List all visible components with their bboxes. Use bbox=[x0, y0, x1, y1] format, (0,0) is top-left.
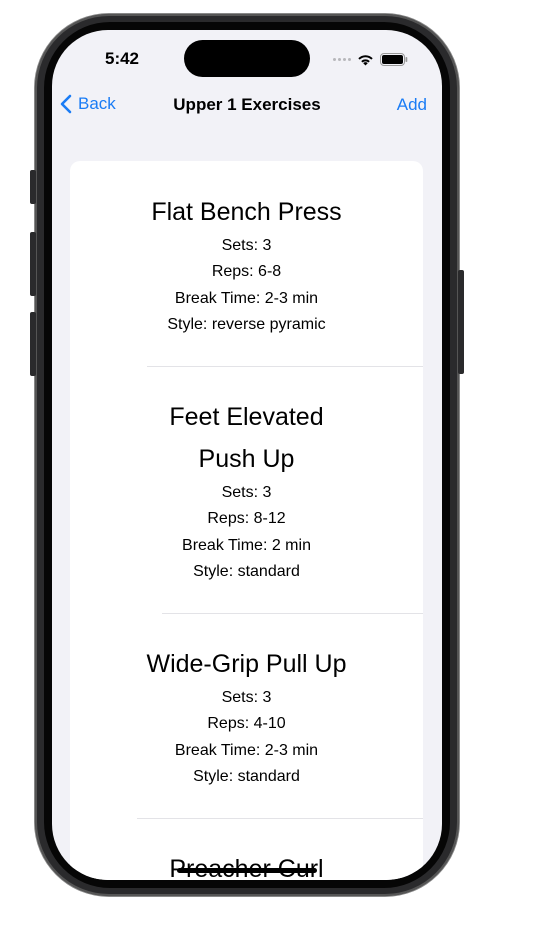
list-item[interactable]: Flat Bench Press Sets: 3 Reps: 6-8 Break… bbox=[70, 191, 423, 339]
exercise-style: Style: standard bbox=[193, 563, 300, 581]
list-item[interactable]: Feet Elevated Push Up Sets: 3 Reps: 8-12… bbox=[70, 396, 423, 586]
exercise-break-time: Break Time: 2-3 min bbox=[174, 741, 319, 759]
action-button bbox=[30, 170, 36, 204]
exercise-name: Preacher Curl bbox=[70, 848, 423, 880]
row-separator bbox=[162, 613, 423, 614]
exercise-name: Wide-Grip Pull Up bbox=[146, 650, 347, 678]
exercise-sets: Sets: 3 bbox=[221, 237, 272, 254]
status-icons bbox=[333, 50, 408, 68]
exercise-name: Flat Bench Press bbox=[151, 198, 342, 226]
volume-down-button bbox=[30, 312, 36, 376]
exercise-name: Push Up bbox=[198, 445, 295, 473]
exercise-break-time: Break Time: 2 min bbox=[182, 536, 311, 554]
power-button bbox=[458, 270, 464, 374]
add-button[interactable]: Add bbox=[397, 95, 427, 115]
exercise-name: Feet Elevated bbox=[169, 403, 324, 431]
row-separator bbox=[147, 366, 423, 367]
battery-icon bbox=[380, 52, 408, 66]
volume-up-button bbox=[30, 232, 36, 296]
list-item[interactable]: Preacher Curl bbox=[70, 848, 423, 880]
home-indicator[interactable] bbox=[177, 868, 317, 873]
dynamic-island bbox=[184, 40, 310, 77]
list-item[interactable]: Wide-Grip Pull Up Sets: 3 Reps: 4-10 Bre… bbox=[70, 643, 423, 791]
screen: 5:42 Back Upper 1 Exercises Add Flat Ben… bbox=[52, 30, 442, 880]
exercise-style: Style: standard bbox=[193, 768, 300, 786]
exercise-break-time: Break Time: 2-3 min bbox=[174, 289, 319, 307]
page-title: Upper 1 Exercises bbox=[173, 95, 321, 114]
exercise-sets: Sets: 3 bbox=[221, 689, 272, 706]
exercise-list: Flat Bench Press Sets: 3 Reps: 6-8 Break… bbox=[70, 161, 423, 880]
cellular-signal-icon bbox=[333, 57, 351, 61]
exercise-sets: Sets: 3 bbox=[221, 484, 272, 501]
wifi-icon bbox=[358, 54, 373, 65]
exercise-reps: Reps: 6-8 bbox=[211, 263, 282, 281]
exercise-reps: Reps: 8-12 bbox=[207, 510, 286, 528]
status-time: 5:42 bbox=[104, 49, 140, 68]
exercise-reps: Reps: 4-10 bbox=[207, 715, 286, 733]
row-separator bbox=[137, 818, 423, 819]
exercise-style: Style: reverse pyramic bbox=[167, 316, 326, 334]
